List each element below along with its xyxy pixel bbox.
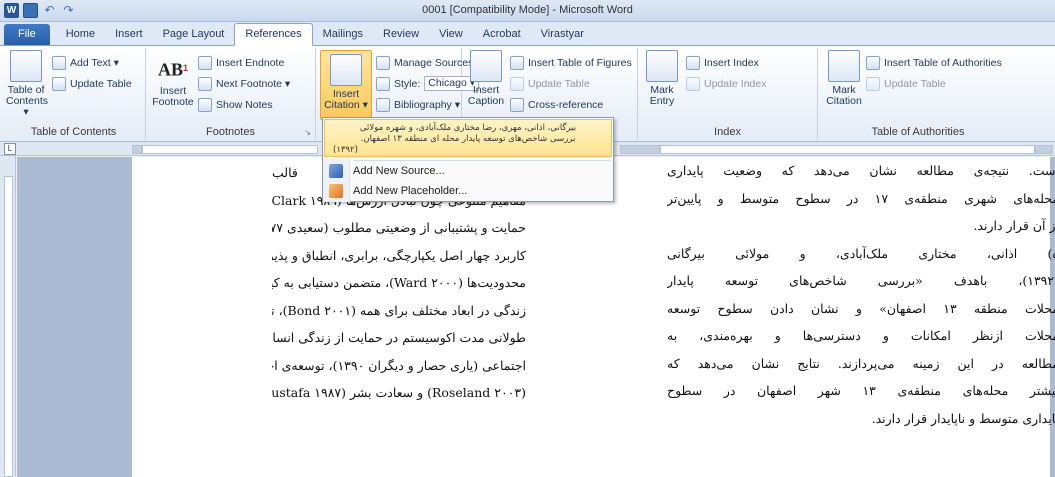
group-label-toc: Table of Contents	[30, 126, 117, 138]
text-line: طولانی مدت اکوسیستم در حمایت از زندگی ان…	[272, 330, 526, 345]
insert-index-button[interactable]: Insert Index	[686, 54, 759, 71]
manage-sources-button[interactable]: Manage Sources	[376, 54, 473, 71]
text-line: (۱۳۹۲)، باهدف «بررسی شاخص‌های توسعه پاید…	[667, 273, 1055, 288]
mark-entry-icon	[646, 50, 678, 82]
table-of-contents-button[interactable]: Table of Contents ▾	[6, 50, 48, 118]
vertical-ruler[interactable]	[0, 156, 16, 477]
group-table-of-contents: Table of Contents ▾ Add Text ▾ Update Ta…	[2, 48, 146, 140]
group-footnotes: AB1 Insert Footnote Insert Endnote Next …	[146, 48, 316, 140]
citation-source-item[interactable]: بیرگانی، اذانی، مهری، رضا مختاری ملک‌آبا…	[324, 119, 612, 157]
text-line: (Roseland ۲۰۰۳) و سعادت بشر (Mustafa ۱۹۸…	[272, 385, 526, 400]
insert-citation-icon	[330, 54, 362, 86]
text-line: بیشتر محله‌های منطقه‌ی ۱۳ شهر اصفهان در …	[667, 383, 1055, 398]
add-new-placeholder-item[interactable]: Add New Placeholder...	[323, 181, 613, 201]
tab-review[interactable]: Review	[373, 24, 429, 45]
mark-entry-button[interactable]: Mark Entry	[644, 50, 680, 107]
title-bar: W ↶ ↷ 0001 [Compatibility Mode] - Micros…	[0, 0, 1055, 22]
bibliography-icon	[376, 97, 390, 112]
tab-home[interactable]: Home	[56, 24, 105, 45]
add-text-icon	[52, 55, 66, 70]
update-table-icon	[52, 76, 66, 91]
update-table-icon	[510, 76, 524, 91]
group-label-footnotes: Footnotes	[206, 126, 255, 138]
insert-table-of-figures-button[interactable]: Insert Table of Figures	[510, 54, 632, 71]
ruler-right-column	[660, 145, 1035, 154]
next-footnote-icon	[198, 76, 212, 91]
update-table-of-figures-button[interactable]: Update Table	[510, 75, 590, 92]
group-index: Mark Entry Insert Index Update Index Ind…	[638, 48, 818, 140]
tab-mailings[interactable]: Mailings	[313, 24, 373, 45]
tab-acrobat[interactable]: Acrobat	[473, 24, 531, 45]
cross-reference-button[interactable]: Cross-reference	[510, 96, 603, 113]
insert-index-icon	[686, 55, 700, 70]
ribbon-tabs: File Home Insert Page Layout References …	[0, 22, 1055, 46]
tab-virastyar[interactable]: Virastyar	[531, 24, 594, 45]
window-title: 0001 [Compatibility Mode] - Microsoft Wo…	[422, 4, 633, 16]
insert-footnote-button[interactable]: AB1 Insert Footnote	[152, 50, 194, 108]
tab-selector-icon[interactable]: L	[4, 143, 16, 155]
toc-icon	[10, 50, 42, 82]
ab-footnote-icon: AB1	[157, 59, 189, 80]
add-source-icon	[329, 164, 343, 178]
group-table-of-authorities: Mark Citation Insert Table of Authoritie…	[818, 48, 1018, 140]
text-line: کاربرد چهار اصل یکپارچگی، برابری، انطباق…	[272, 247, 526, 263]
insert-table-of-authorities-button[interactable]: Insert Table of Authorities	[866, 54, 1002, 71]
update-authorities-table-button[interactable]: Update Table	[866, 75, 946, 92]
group-label-index: Index	[714, 126, 741, 138]
cross-reference-icon	[510, 97, 524, 112]
document-page[interactable]: مفاهیم ... در قالب مفاهیم متنوعی چون تبا…	[132, 157, 1055, 477]
mark-citation-button[interactable]: Mark Citation	[824, 50, 864, 107]
text-line: مطالعه در این زمینه می‌پردازند. نتایج نش…	[667, 355, 1055, 371]
show-notes-button[interactable]: Show Notes	[198, 96, 273, 113]
insert-caption-button[interactable]: Insert Caption	[466, 50, 506, 107]
insert-caption-icon	[470, 50, 502, 82]
tab-references[interactable]: References	[234, 23, 313, 46]
text-line: زندگی در ابعاد مختلف برای همه (Bond ۲۰۰۱…	[272, 302, 526, 318]
text-line: محلات ازنظر امکانات و دسترسی‌ها و بهره‌م…	[667, 328, 1055, 343]
ruler-left-column	[142, 145, 318, 154]
tab-view[interactable]: View	[429, 24, 473, 45]
update-index-icon	[686, 76, 700, 91]
update-table-icon	[866, 76, 880, 91]
update-index-button[interactable]: Update Index	[686, 75, 766, 92]
text-line: حمایت و پشتیبانی از وضعیتی مطلوب (سعیدی …	[272, 220, 526, 235]
insert-endnote-button[interactable]: Insert Endnote	[198, 54, 284, 71]
text-line: محلات منطقه ۱۳ اصفهان» و نشان دادن سطوح …	[667, 300, 1055, 316]
tab-page-layout[interactable]: Page Layout	[153, 24, 235, 45]
add-text-button[interactable]: Add Text ▾	[52, 54, 119, 71]
text-line: اجتماعی (یاری حصار و دیگران ۱۳۹۰)، توسعه…	[272, 357, 526, 373]
group-label-authorities: Table of Authorities	[871, 126, 965, 138]
endnote-icon	[198, 55, 212, 70]
manage-sources-icon	[376, 55, 390, 70]
text-line: است. نتیجه‌ی مطالعه نشان می‌دهد که وضعیت…	[667, 163, 1055, 178]
mark-citation-icon	[828, 50, 860, 82]
right-text-column[interactable]: است. نتیجه‌ی مطالعه نشان می‌دهد که وضعیت…	[667, 157, 1055, 432]
text-line: ه) اذانی، مختاری ملک‌آبادی، و مولائی بیر…	[667, 245, 1055, 261]
text-line: محله‌های شهری منطقه‌ی ۱۷ در سطوح متوسط و…	[667, 190, 1055, 206]
add-placeholder-icon	[329, 184, 343, 198]
insert-citation-button[interactable]: Insert Citation ▾	[320, 50, 372, 120]
add-new-source-item[interactable]: Add New Source...	[323, 161, 613, 181]
insert-citation-menu: بیرگانی، اذانی، مهری، رضا مختاری ملک‌آبا…	[322, 117, 614, 202]
bibliography-button[interactable]: Bibliography ▾	[376, 96, 460, 113]
tab-insert[interactable]: Insert	[105, 24, 153, 45]
text-line: محدودیت‌ها (Ward ۲۰۰۰)، متضمن دستیابی به…	[272, 275, 526, 290]
text-line: پایداری متوسط و ناپایدار قرار دارند.	[871, 410, 1055, 426]
update-table-button[interactable]: Update Table	[52, 75, 132, 92]
table-of-authorities-icon	[866, 55, 880, 70]
document-area: مفاهیم ... در قالب مفاهیم متنوعی چون تبا…	[17, 157, 1055, 477]
tab-file[interactable]: File	[4, 24, 50, 45]
style-icon	[376, 76, 390, 91]
footnotes-dialog-launcher-icon[interactable]: ↘	[304, 128, 311, 137]
text-line: از آن قرار دارند.	[973, 218, 1055, 233]
next-footnote-button[interactable]: Next Footnote ▾	[198, 75, 290, 92]
show-notes-icon	[198, 97, 212, 112]
table-of-figures-icon	[510, 55, 524, 70]
